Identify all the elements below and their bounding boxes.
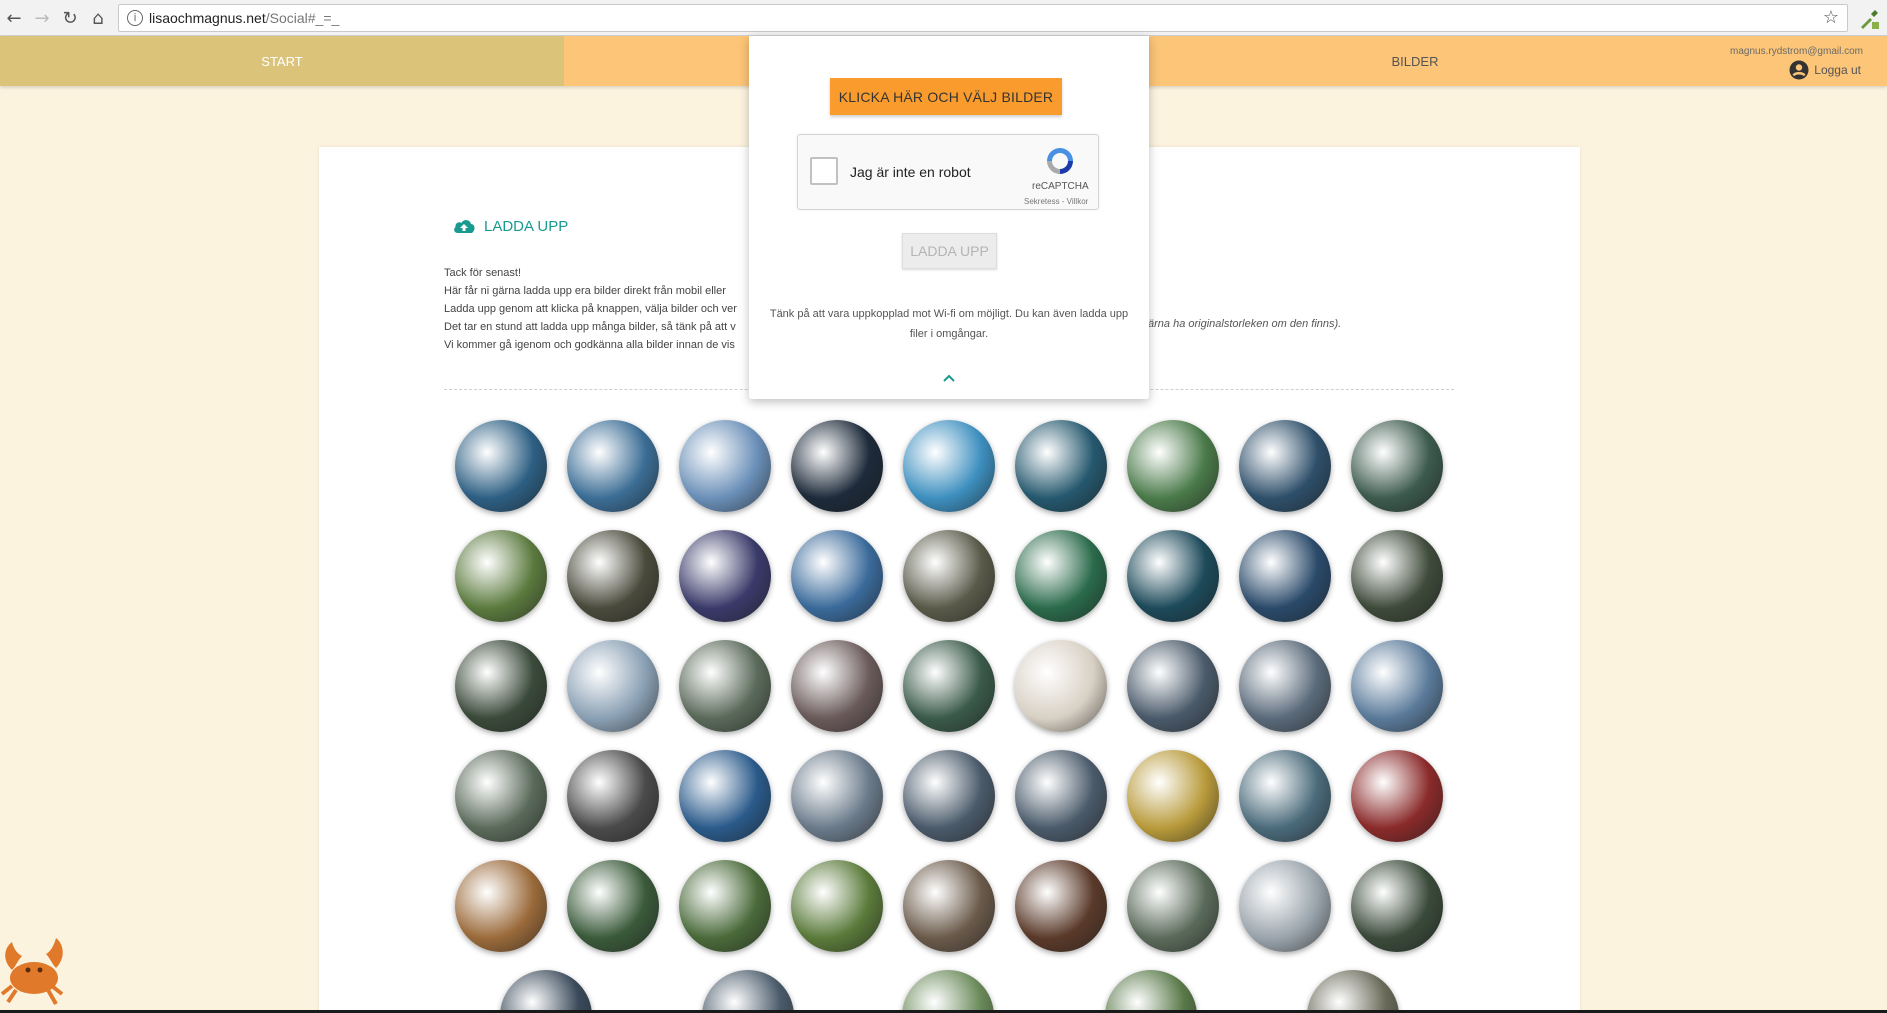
crab-icon bbox=[0, 938, 64, 1005]
photo-thumbnail[interactable] bbox=[791, 640, 883, 732]
photo-thumbnail[interactable] bbox=[903, 640, 995, 732]
photo-thumbnail[interactable] bbox=[1351, 530, 1443, 622]
recaptcha-brand: reCAPTCHA bbox=[1032, 181, 1089, 192]
logout-label: Logga ut bbox=[1814, 63, 1861, 77]
photo-thumbnail[interactable] bbox=[679, 640, 771, 732]
photo-thumbnail[interactable] bbox=[1127, 640, 1219, 732]
photo-thumbnail[interactable] bbox=[1015, 750, 1107, 842]
recaptcha-widget: Jag är inte en robot reCAPTCHA Sekretess… bbox=[797, 134, 1099, 210]
account-circle-icon bbox=[1789, 60, 1809, 80]
upload-heading-label: LADDA UPP bbox=[484, 217, 569, 235]
recaptcha-terms-link[interactable]: Sekretess - Villkor bbox=[1024, 197, 1088, 206]
recaptcha-logo-icon bbox=[1047, 148, 1073, 174]
url-text[interactable]: lisaochmagnus.net/Social#_=_ bbox=[149, 10, 339, 26]
photo-thumbnail[interactable] bbox=[567, 530, 659, 622]
photo-row bbox=[455, 750, 1455, 842]
nav-item-start[interactable]: START bbox=[0, 36, 564, 86]
photo-thumbnail[interactable] bbox=[455, 750, 547, 842]
photo-thumbnail[interactable] bbox=[903, 750, 995, 842]
photo-thumbnail[interactable] bbox=[567, 750, 659, 842]
photo-thumbnail[interactable] bbox=[1105, 970, 1197, 1013]
photo-thumbnail[interactable] bbox=[567, 860, 659, 952]
upload-heading: LADDA UPP bbox=[452, 217, 568, 235]
photo-thumbnail[interactable] bbox=[791, 860, 883, 952]
photo-thumbnail[interactable] bbox=[1239, 750, 1331, 842]
forward-icon[interactable]: → bbox=[30, 6, 54, 30]
photo-thumbnail[interactable] bbox=[1015, 420, 1107, 512]
photo-thumbnail[interactable] bbox=[1015, 530, 1107, 622]
extension-eyedropper-icon[interactable] bbox=[1858, 8, 1880, 30]
photo-thumbnail[interactable] bbox=[455, 640, 547, 732]
photo-thumbnail[interactable] bbox=[791, 530, 883, 622]
photo-thumbnail[interactable] bbox=[1351, 640, 1443, 732]
photo-thumbnail[interactable] bbox=[1127, 860, 1219, 952]
reload-icon[interactable]: ↻ bbox=[58, 6, 82, 30]
cloud-upload-icon bbox=[454, 220, 475, 233]
chevron-up-icon[interactable] bbox=[942, 373, 956, 383]
recaptcha-checkbox[interactable] bbox=[810, 157, 838, 185]
site-info-icon[interactable]: i bbox=[127, 10, 143, 26]
back-icon[interactable]: ← bbox=[2, 6, 26, 30]
upload-modal: KLICKA HÄR OCH VÄLJ BILDER Jag är inte e… bbox=[749, 36, 1149, 399]
browser-toolbar: ← → ↻ ⌂ i lisaochmagnus.net/Social#_=_ ☆ bbox=[0, 0, 1887, 36]
photo-thumbnail[interactable] bbox=[455, 420, 547, 512]
photo-thumbnail[interactable] bbox=[679, 420, 771, 512]
intro-line: Tack för senast! bbox=[444, 267, 522, 279]
intro-line: Här får ni gärna ladda upp era bilder di… bbox=[444, 285, 726, 297]
upload-button[interactable]: LADDA UPP bbox=[902, 233, 997, 269]
photo-thumbnail[interactable] bbox=[902, 970, 994, 1013]
photo-thumbnail[interactable] bbox=[791, 750, 883, 842]
photo-row bbox=[455, 640, 1455, 732]
photo-thumbnail[interactable] bbox=[1239, 640, 1331, 732]
photo-thumbnail[interactable] bbox=[1239, 420, 1331, 512]
photo-thumbnail[interactable] bbox=[1351, 420, 1443, 512]
photo-row bbox=[455, 420, 1455, 512]
nav-item-bilder[interactable]: BILDER bbox=[1360, 36, 1470, 86]
photo-thumbnail[interactable] bbox=[1307, 970, 1399, 1013]
photo-thumbnail[interactable] bbox=[1015, 640, 1107, 732]
home-icon[interactable]: ⌂ bbox=[86, 6, 110, 30]
recaptcha-label: Jag är inte en robot bbox=[850, 164, 971, 180]
intro-text: Tack för senast! Här får ni gärna ladda u… bbox=[444, 264, 737, 354]
modal-note: Tänk på att vara uppkopplad mot Wi-fi om… bbox=[769, 308, 1129, 340]
photo-row bbox=[455, 530, 1455, 622]
photo-thumbnail[interactable] bbox=[903, 530, 995, 622]
url-host: lisaochmagnus.net bbox=[149, 10, 266, 26]
photo-thumbnail[interactable] bbox=[1127, 750, 1219, 842]
photo-thumbnail[interactable] bbox=[1351, 860, 1443, 952]
photo-thumbnail[interactable] bbox=[679, 750, 771, 842]
photo-thumbnail[interactable] bbox=[455, 530, 547, 622]
logout-link[interactable]: Logga ut bbox=[1789, 60, 1861, 80]
photo-row bbox=[455, 970, 1455, 1013]
photo-thumbnail[interactable] bbox=[791, 420, 883, 512]
photo-thumbnail[interactable] bbox=[903, 860, 995, 952]
photo-thumbnail[interactable] bbox=[1127, 530, 1219, 622]
intro-line: Ladda upp genom att klicka på knappen, v… bbox=[444, 303, 737, 315]
photo-thumbnail[interactable] bbox=[1239, 530, 1331, 622]
photo-thumbnail[interactable] bbox=[567, 640, 659, 732]
address-bar[interactable]: i lisaochmagnus.net/Social#_=_ ☆ bbox=[118, 4, 1848, 32]
photo-thumbnail[interactable] bbox=[455, 860, 547, 952]
photo-thumbnail[interactable] bbox=[679, 530, 771, 622]
photo-thumbnail[interactable] bbox=[702, 970, 794, 1013]
photo-thumbnail[interactable] bbox=[1127, 420, 1219, 512]
photo-thumbnail[interactable] bbox=[903, 420, 995, 512]
photo-thumbnail[interactable] bbox=[679, 860, 771, 952]
intro-line: Det tar en stund att ladda upp många bil… bbox=[444, 321, 736, 333]
photo-thumbnail[interactable] bbox=[1351, 750, 1443, 842]
url-path: /Social#_=_ bbox=[265, 10, 340, 26]
bookmark-star-icon[interactable]: ☆ bbox=[1823, 7, 1839, 28]
photo-row bbox=[455, 860, 1455, 952]
choose-images-button[interactable]: KLICKA HÄR OCH VÄLJ BILDER bbox=[830, 78, 1062, 115]
photo-thumbnail[interactable] bbox=[500, 970, 592, 1013]
intro-text-tail: ärna ha originalstorleken om den finns). bbox=[1148, 318, 1342, 330]
intro-line: Vi kommer gå igenom och godkänna alla bi… bbox=[444, 339, 735, 351]
photo-thumbnail[interactable] bbox=[1239, 860, 1331, 952]
photo-thumbnail[interactable] bbox=[1015, 860, 1107, 952]
user-email: magnus.rydstrom@gmail.com bbox=[1730, 46, 1863, 57]
photo-thumbnail[interactable] bbox=[567, 420, 659, 512]
